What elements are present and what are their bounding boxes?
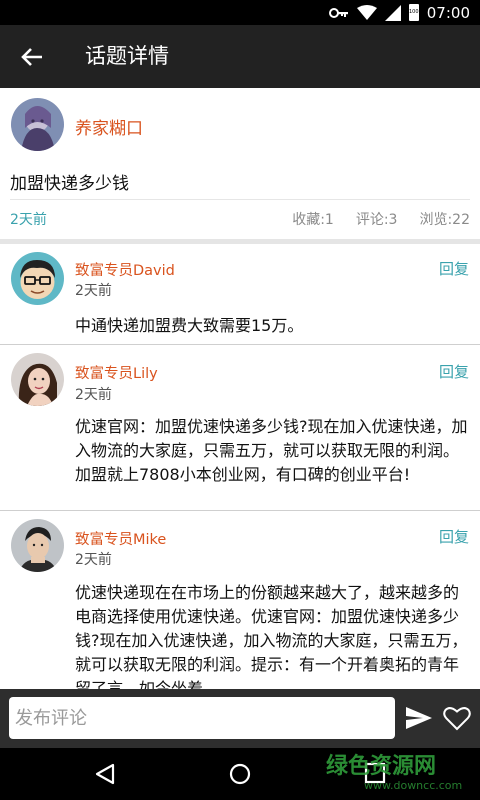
list-item: 致富专员Lily 回复 2天前 优速官网：加盟优速快递多少钱?现在加入优速快递，… bbox=[0, 345, 480, 511]
reply-button[interactable]: 回复 bbox=[439, 361, 469, 382]
views-count: 浏览:22 bbox=[419, 212, 470, 228]
comment-time: 2天前 bbox=[75, 283, 112, 299]
watermark-logo: 绿色资源网 www.downcc.com bbox=[316, 743, 476, 793]
list-item: 致富专员David 回复 2天前 中通快递加盟费大致需要15万。 bbox=[0, 244, 480, 345]
avatar-image bbox=[11, 252, 64, 305]
comment-text: 优速官网：加盟优速快递多少钱?现在加入优速快递，加入物流的大家庭，只需五万，就可… bbox=[75, 417, 468, 484]
page-title: 话题详情 bbox=[85, 44, 169, 68]
back-button[interactable] bbox=[14, 39, 50, 75]
comment-author[interactable]: 致富专员Lily bbox=[75, 362, 158, 383]
nav-back-icon bbox=[95, 763, 115, 785]
avatar[interactable] bbox=[11, 252, 64, 305]
signal-icon bbox=[384, 4, 401, 21]
topic-card: 养家糊口 加盟快递多少钱 2天前 收藏:1 评论:3 浏览:22 bbox=[0, 88, 480, 239]
comment-time: 2天前 bbox=[75, 387, 112, 403]
wifi-icon bbox=[356, 4, 377, 20]
topic-author[interactable]: 养家糊口 bbox=[75, 114, 143, 139]
watermark-image: 绿色资源网 www.downcc.com bbox=[326, 753, 462, 792]
comment-author[interactable]: 致富专员David bbox=[75, 259, 175, 280]
status-icons: 100 07:00 bbox=[328, 0, 470, 25]
send-button[interactable] bbox=[405, 705, 433, 731]
battery-level: 100 bbox=[408, 9, 419, 15]
comment-input-bar bbox=[0, 689, 480, 748]
heart-icon bbox=[443, 707, 471, 731]
topic-stats: 收藏:1 评论:3 浏览:22 bbox=[292, 209, 470, 229]
back-arrow-icon bbox=[21, 48, 42, 66]
topic-time: 2天前 bbox=[10, 212, 47, 228]
send-icon bbox=[406, 707, 432, 729]
comment-author[interactable]: 致富专员Mike bbox=[75, 528, 166, 549]
reply-button[interactable]: 回复 bbox=[439, 258, 469, 279]
reply-button[interactable]: 回复 bbox=[439, 526, 469, 547]
comment-time: 2天前 bbox=[75, 552, 112, 568]
comment-input[interactable] bbox=[9, 697, 395, 739]
avatar-image bbox=[11, 519, 64, 572]
status-bar: 100 07:00 bbox=[0, 0, 480, 25]
comments-count: 评论:3 bbox=[355, 212, 398, 228]
avatar-image bbox=[11, 353, 64, 406]
app-bar: 话题详情 bbox=[0, 25, 480, 88]
like-button[interactable] bbox=[443, 705, 471, 731]
list-item: 致富专员Mike 回复 2天前 优速快递现在在市场上的份额越来越大了，越来越多的… bbox=[0, 511, 480, 689]
divider bbox=[10, 199, 470, 200]
nav-home-button[interactable] bbox=[228, 762, 252, 786]
topic-text: 加盟快递多少钱 bbox=[10, 174, 129, 194]
svg-text:绿色资源网: 绿色资源网 bbox=[326, 753, 436, 779]
key-icon bbox=[328, 7, 348, 18]
nav-back-button[interactable] bbox=[93, 762, 117, 786]
status-time: 07:00 bbox=[426, 3, 470, 22]
comment-text: 优速快递现在在市场上的份额越来越大了，越来越多的电商选择使用优速快递。优速官网：… bbox=[75, 583, 468, 689]
avatar[interactable] bbox=[11, 519, 64, 572]
author-avatar-image bbox=[11, 98, 64, 151]
avatar[interactable] bbox=[11, 98, 64, 151]
comment-text: 中通快递加盟费大致需要15万。 bbox=[75, 316, 304, 335]
favorites-count[interactable]: 收藏:1 bbox=[292, 209, 334, 229]
svg-text:www.downcc.com: www.downcc.com bbox=[364, 779, 462, 792]
battery-icon: 100 bbox=[408, 4, 419, 21]
nav-home-icon bbox=[229, 763, 251, 785]
avatar[interactable] bbox=[11, 353, 64, 406]
